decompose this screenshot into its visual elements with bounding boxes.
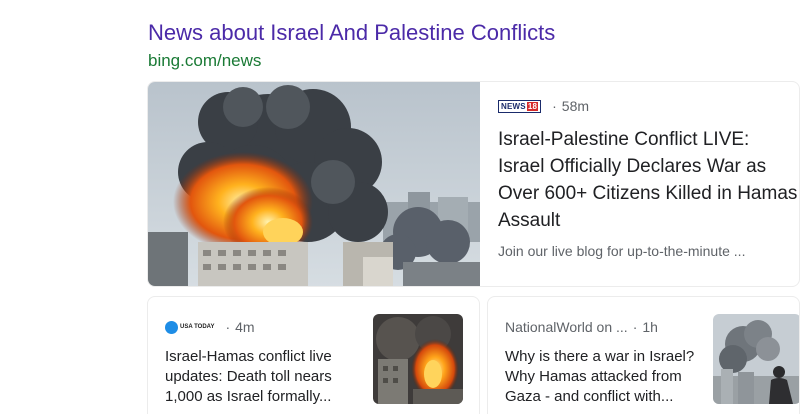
smoke-city-photo [713, 314, 799, 404]
hero-image[interactable] [148, 82, 480, 286]
card-thumbnail[interactable] [373, 314, 463, 404]
section-title-link[interactable]: News about Israel And Palestine Conflict… [148, 20, 555, 46]
card-time: 1h [642, 319, 658, 335]
section-source: bing.com/news [148, 51, 262, 70]
news-card-nationalworld[interactable]: NationalWorld on ... · 1h Why is there a… [487, 296, 800, 414]
explosion-photo [373, 314, 463, 404]
meta-separator: · [632, 319, 638, 335]
card-meta: USA TODAY · 4m [165, 317, 355, 337]
hero-headline[interactable]: Israel-Palestine Conflict LIVE: Israel O… [498, 126, 798, 234]
news18-logo-number: 18 [526, 101, 539, 111]
news18-logo: NEWS 18 [498, 99, 542, 113]
news-card-usa-today[interactable]: USA TODAY · 4m Israel-Hamas conflict liv… [147, 296, 480, 414]
card-meta: NationalWorld on ... · 1h [505, 317, 695, 337]
meta-separator: · [552, 98, 557, 114]
usa-today-logo-text: USA TODAY [180, 324, 215, 330]
card-source: NationalWorld on ... [505, 319, 628, 335]
hero-time: 58m [561, 98, 590, 114]
hero-meta: NEWS 18 · 58m [498, 96, 798, 116]
card-thumbnail[interactable] [713, 314, 799, 404]
hero-news-card[interactable]: NEWS 18 · 58m Israel-Palestine Conflict L… [147, 81, 800, 287]
card-headline[interactable]: Israel-Hamas conflict live updates: Deat… [165, 347, 355, 407]
news18-logo-text: NEWS [501, 101, 526, 111]
card-text: USA TODAY · 4m Israel-Hamas conflict liv… [165, 317, 355, 407]
hero-text: NEWS 18 · 58m Israel-Palestine Conflict L… [498, 96, 798, 259]
usa-today-logo-icon [165, 320, 178, 334]
hero-snippet: Join our live blog for up-to-the-minute … [498, 243, 746, 259]
explosion-photo [148, 82, 480, 286]
card-headline[interactable]: Why is there a war in Israel? Why Hamas … [505, 347, 695, 407]
meta-separator: · [225, 319, 231, 335]
card-text: NationalWorld on ... · 1h Why is there a… [505, 317, 695, 407]
card-time: 4m [235, 319, 255, 335]
